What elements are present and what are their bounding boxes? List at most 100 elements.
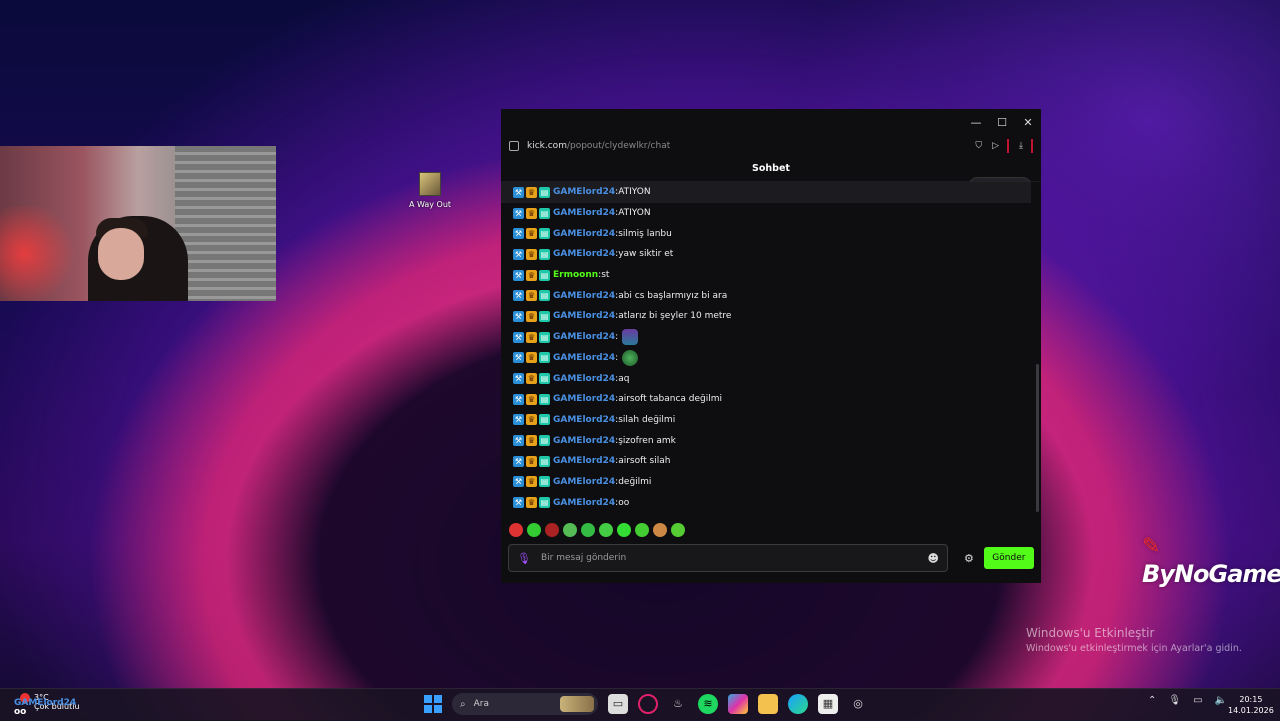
chevron-up-icon[interactable]: ⌃	[1148, 695, 1156, 706]
taskbar-search[interactable]: ⌕ Ara	[452, 693, 598, 715]
emote-icon[interactable]	[635, 523, 649, 537]
emote-icon[interactable]	[563, 523, 577, 537]
chat-input-placeholder[interactable]: Bir mesaj gönderin	[541, 553, 928, 563]
address-bar[interactable]: kick.com/popout/clydewlkr/chat ⛉ ▷ ⤓	[501, 135, 1041, 157]
download-icon[interactable]: ⤓	[1019, 141, 1023, 151]
chat-username[interactable]: GAMElord24	[553, 374, 615, 384]
app-icon[interactable]	[728, 694, 748, 714]
spotify-icon[interactable]: ≋	[698, 694, 718, 714]
moderator-badge-icon: ⚒	[513, 497, 524, 509]
chat-message[interactable]: ⚒ ♛ ▤ GAMElord24: airsoft tabanca değilmi	[501, 389, 1031, 410]
moderator-badge-icon: ⚒	[513, 476, 524, 488]
minimize-icon[interactable]: —	[969, 115, 983, 129]
chat-message[interactable]: ⚒ ♛ ▤ GAMElord24:	[501, 348, 1031, 369]
desktop-icon-label: A Way Out	[408, 200, 452, 209]
emote-icon[interactable]	[527, 523, 541, 537]
chat-message[interactable]: ⚒ ♛ ▤ GAMElord24:	[501, 327, 1031, 348]
store-icon[interactable]: ▦	[818, 694, 838, 714]
chat-message-text: ATIYON	[618, 187, 651, 198]
subscriber-badge-icon: ♛	[526, 248, 537, 260]
chat-username[interactable]: GAMElord24	[553, 208, 615, 218]
obs-icon[interactable]	[638, 694, 658, 714]
network-icon[interactable]: ▭	[1193, 695, 1202, 706]
volume-icon[interactable]: 🔈	[1215, 695, 1227, 706]
emote-icon[interactable]	[509, 523, 523, 537]
moderator-badge-icon: ⚒	[513, 248, 524, 260]
chat-message[interactable]: ⚒ ♛ ▤ GAMElord24: airsoft silah	[501, 451, 1031, 472]
emoji-icon[interactable]: ☻	[928, 552, 939, 565]
gift-badge-icon: ▤	[539, 455, 550, 467]
chat-username[interactable]: GAMElord24	[553, 498, 615, 508]
chat-message[interactable]: ⚒ ♛ ▤ GAMElord24: oo	[501, 492, 1031, 512]
chat-username[interactable]: GAMElord24	[553, 311, 615, 321]
chat-message[interactable]: ⚒ ♛ ▤ GAMElord24: değilmi	[501, 472, 1031, 493]
chat-username[interactable]: GAMElord24	[553, 394, 615, 404]
chat-message[interactable]: ⚒ ♛ ▤ GAMElord24: atlarız bi şeyler 10 metr…	[501, 306, 1031, 327]
file-explorer-icon[interactable]	[758, 694, 778, 714]
window-titlebar: — ☐ ✕	[501, 109, 1041, 135]
game-icon	[419, 172, 441, 196]
play-icon[interactable]: ▷	[992, 141, 999, 151]
chat-message[interactable]: ⚒ ♛ ▤ Ermoonn: st	[501, 265, 1031, 286]
chat-header: Sohbet	[501, 157, 1041, 182]
emote-icon[interactable]	[617, 523, 631, 537]
subscriber-badge-icon: ♛	[526, 269, 537, 281]
chat-message-text: silah değilmi	[618, 414, 676, 425]
moderator-badge-icon: ⚒	[513, 414, 524, 426]
gear-icon[interactable]: ⚙	[964, 552, 974, 565]
emote-icon[interactable]	[653, 523, 667, 537]
emote-icon[interactable]	[581, 523, 595, 537]
chat-message[interactable]: ⚒ ♛ ▤ GAMElord24: silah değilmi	[501, 410, 1031, 431]
chat-username[interactable]: GAMElord24	[553, 436, 615, 446]
taskbar-apps: ⌕ Ara ▭ ♨ ≋ ▦ ◎	[424, 693, 868, 715]
chat-input[interactable]: 🎙 Bir mesaj gönderin ☻	[508, 544, 948, 572]
emote-icon[interactable]	[671, 523, 685, 537]
chat-message-text: silmiş lanbu	[618, 228, 672, 239]
chat-username[interactable]: Ermoonn	[553, 270, 598, 280]
gift-badge-icon: ▤	[539, 352, 550, 364]
task-view-icon[interactable]: ▭	[608, 694, 628, 714]
weather-widget[interactable]: 3°C Çok bulutlu GAMElord24 oo	[8, 693, 80, 717]
chat-username[interactable]: GAMElord24	[553, 415, 615, 425]
chat-message-text: oo	[618, 497, 630, 508]
chrome-icon[interactable]: ◎	[848, 694, 868, 714]
chat-username[interactable]: GAMElord24	[553, 456, 615, 466]
chat-username[interactable]: GAMElord24	[553, 249, 615, 259]
windows-activation-watermark: Windows'u Etkinleştir Windows'u etkinleş…	[1026, 626, 1242, 654]
gift-badge-icon: ▤	[539, 269, 550, 281]
edge-icon[interactable]	[788, 694, 808, 714]
chat-message[interactable]: ⚒ ♛ ▤ GAMElord24: ATIYON	[501, 203, 1031, 224]
chat-message[interactable]: ⚒ ♛ ▤ GAMElord24: silmiş lanbu	[501, 223, 1031, 244]
chat-message[interactable]: ⚒ ♛ ▤ GAMElord24: aq	[501, 368, 1031, 389]
subscriber-badge-icon: ♛	[526, 310, 537, 322]
chat-message-list[interactable]: ⚒ ♛ ▤ GAMElord24: ATIYON ⚒ ♛ ▤ GAMElord24: ATIY…	[501, 182, 1031, 512]
clock[interactable]: 20:15 14.01.2026	[1228, 694, 1274, 716]
moderator-badge-icon: ⚒	[513, 186, 524, 198]
chat-message[interactable]: ⚒ ♛ ▤ GAMElord24: yaw siktir et	[501, 244, 1031, 265]
desktop-icon-a-way-out[interactable]: A Way Out	[408, 172, 452, 209]
chat-username[interactable]: GAMElord24	[553, 353, 615, 363]
subscriber-badge-icon: ♛	[526, 290, 537, 302]
chat-message[interactable]: ⚒ ♛ ▤ GAMElord24: şizofren amk	[501, 430, 1031, 451]
moderator-badge-icon: ⚒	[513, 228, 524, 240]
mic-tray-icon[interactable]: 🎙	[1168, 695, 1181, 706]
emote-icon[interactable]	[545, 523, 559, 537]
close-icon[interactable]: ✕	[1021, 115, 1035, 129]
chat-message[interactable]: ⚒ ♛ ▤ GAMElord24: abi cs başlarmıyız bi ara	[501, 285, 1031, 306]
maximize-icon[interactable]: ☐	[995, 115, 1009, 129]
steam-icon[interactable]: ♨	[668, 694, 688, 714]
url-text[interactable]: kick.com/popout/clydewlkr/chat	[527, 141, 965, 151]
send-button[interactable]: Gönder	[983, 547, 1034, 569]
shield-icon[interactable]: ⛉	[975, 141, 982, 151]
chat-username[interactable]: GAMElord24	[553, 291, 615, 301]
chat-username[interactable]: GAMElord24	[553, 477, 615, 487]
chat-message[interactable]: ⚒ ♛ ▤ GAMElord24: ATIYON	[501, 182, 1031, 203]
emote-icon[interactable]	[599, 523, 613, 537]
chat-username[interactable]: GAMElord24	[553, 187, 615, 197]
chat-username[interactable]: GAMElord24	[553, 229, 615, 239]
search-icon: ⌕	[460, 698, 466, 710]
mic-icon[interactable]: 🎙	[517, 552, 531, 565]
start-icon[interactable]	[424, 695, 442, 713]
scrollbar[interactable]	[1036, 364, 1039, 512]
chat-username[interactable]: GAMElord24	[553, 332, 615, 342]
